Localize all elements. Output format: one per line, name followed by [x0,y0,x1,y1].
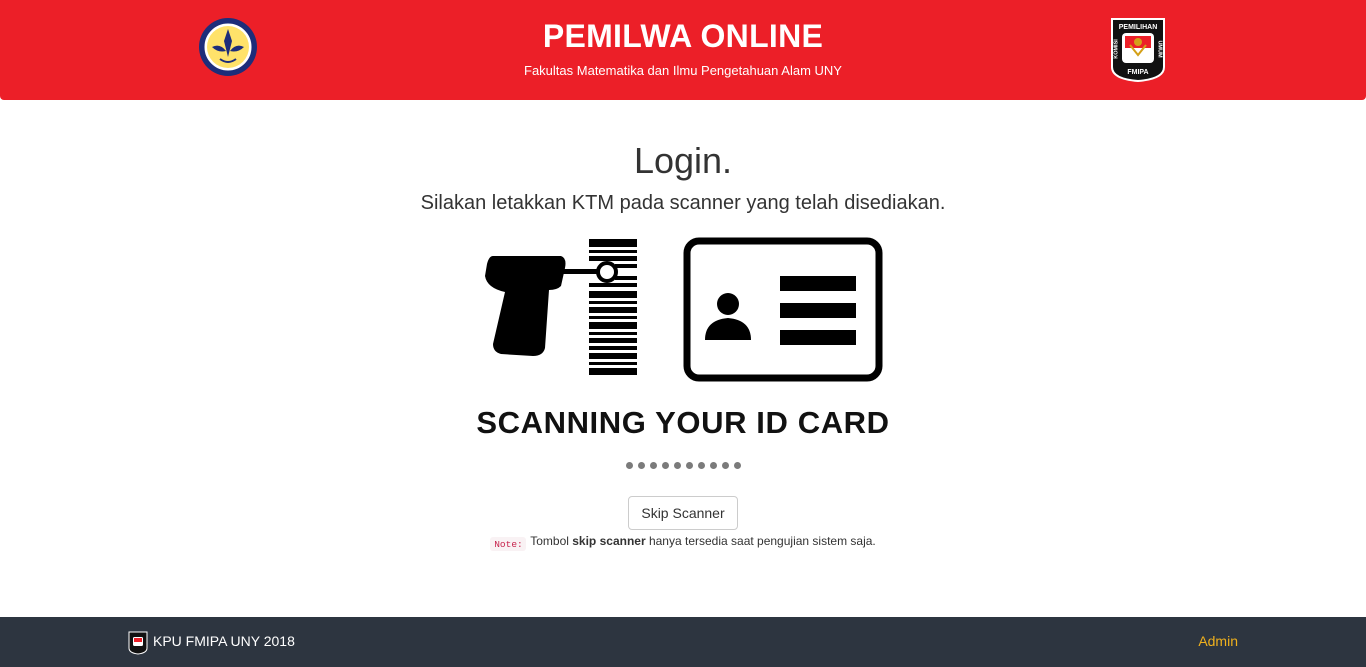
loading-dot [625,462,633,469]
loading-dot [661,462,669,469]
login-title: Login. [633,140,733,181]
loading-dot [637,462,645,469]
loading-indicator [0,462,1366,469]
loading-dot [721,462,729,469]
kpu-logo-text-right: UMUM [1157,40,1163,58]
note-label: Note: [490,537,527,551]
id-card-icon [683,237,883,382]
note-prefix: Tombol [530,534,573,548]
scan-caption: SCANNING YOUR ID CARD [476,405,890,440]
loading-dot [733,462,741,469]
kpu-logo-text-top: PEMILIHAN [1119,24,1158,31]
note-emphasis: skip scanner [572,534,646,548]
kpu-fmipa-logo: PEMILIHAN KOMISI UMUM FMIPA [1111,18,1165,83]
barcode-scanner-id-card-illustration [485,237,883,382]
barcode-icon [589,239,637,375]
admin-link[interactable]: Admin [1198,633,1238,649]
note-text: Note: Tombol skip scanner hanya tersedia … [0,534,1366,551]
kpu-logo-text-left: KOMISI [1114,39,1120,59]
header-bar: PEMILWA ONLINE Fakultas Matematika dan I… [0,0,1366,100]
loading-dot [649,462,657,469]
loading-dot [685,462,693,469]
skip-scanner-button[interactable]: Skip Scanner [628,496,738,530]
kpu-fmipa-footer-logo [128,631,148,655]
footer-copyright: KPU FMIPA UNY 2018 [153,633,295,649]
loading-dot [673,462,681,469]
loading-dot [697,462,705,469]
loading-dot [709,462,717,469]
note-suffix: hanya tersedia saat pengujian sistem saj… [645,534,876,548]
footer-bar: KPU FMIPA UNY 2018 Admin [0,617,1366,667]
kpu-logo-text-bottom: FMIPA [1127,69,1148,76]
scan-instruction: Silakan letakkan KTM pada scanner yang t… [420,192,946,214]
